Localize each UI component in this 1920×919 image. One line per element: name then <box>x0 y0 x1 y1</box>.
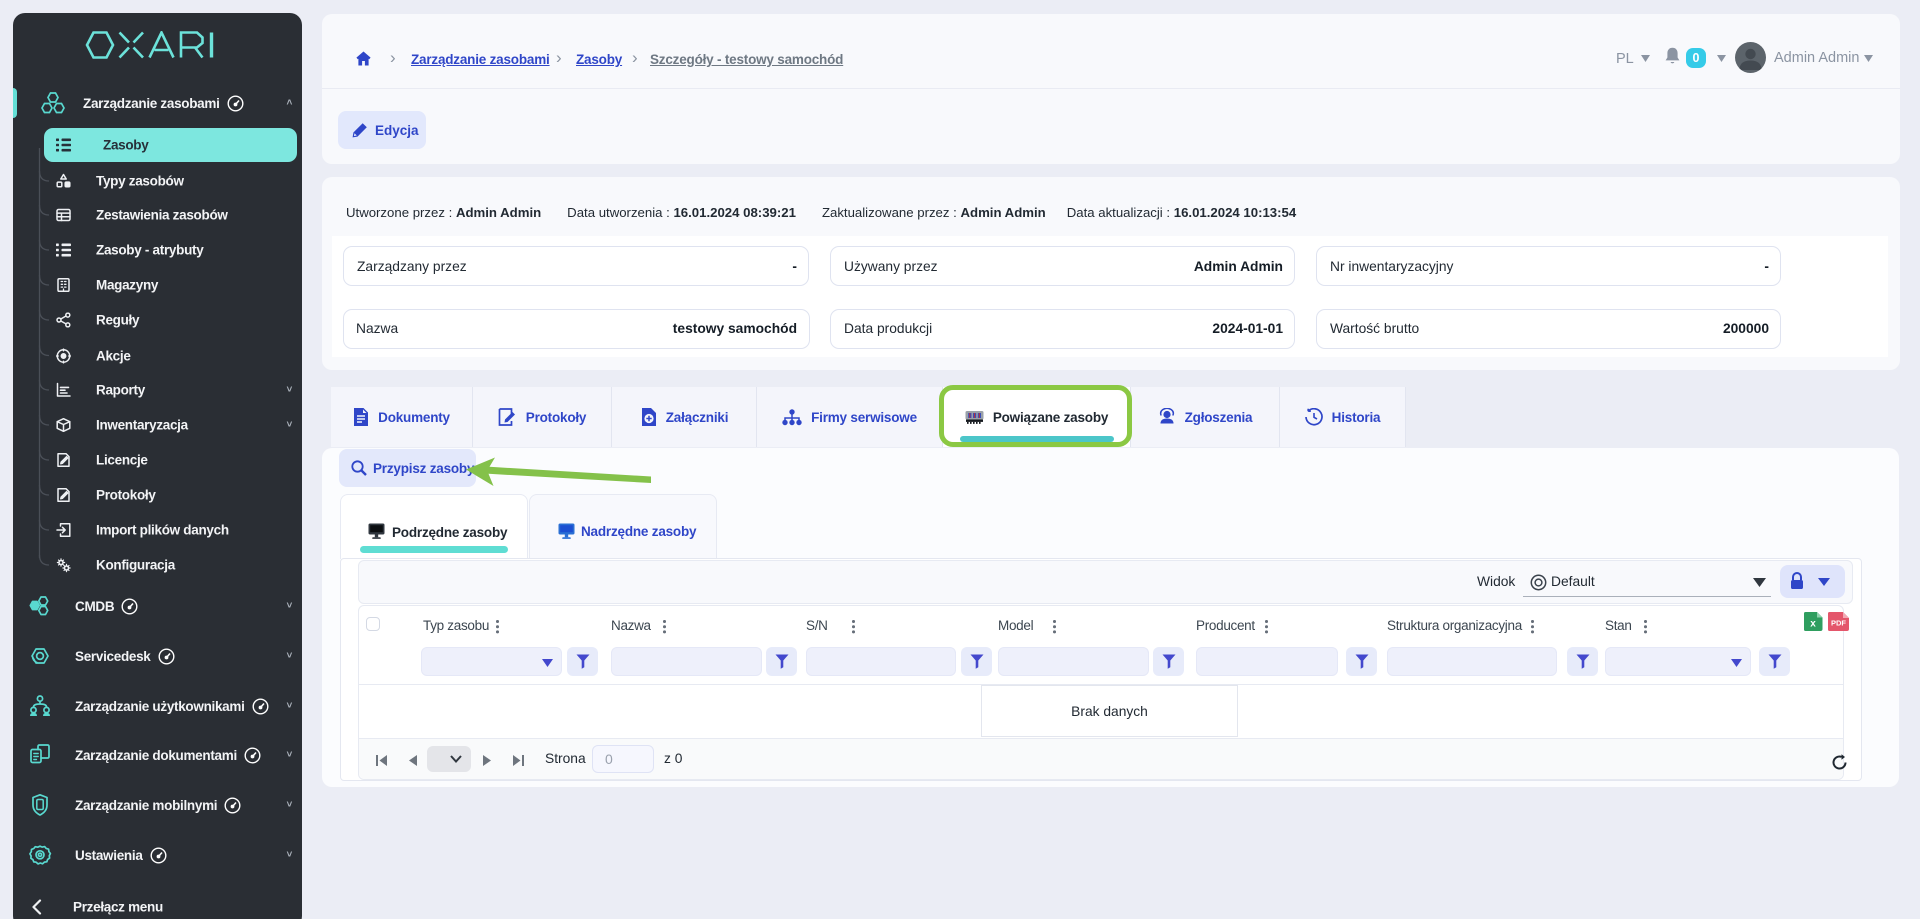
svg-text:PDF: PDF <box>1831 619 1846 628</box>
svg-text:x: x <box>1810 619 1816 630</box>
